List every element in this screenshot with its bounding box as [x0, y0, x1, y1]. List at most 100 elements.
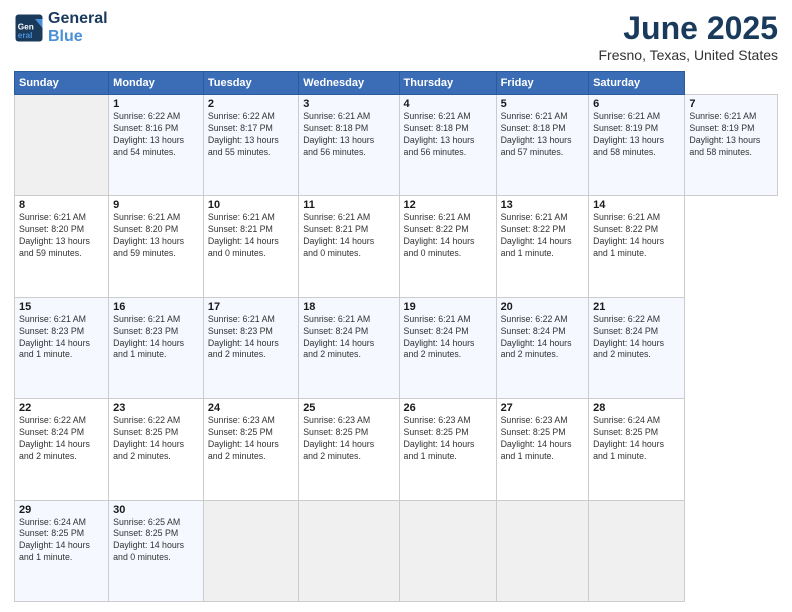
page: Gen eral General Blue June 2025 Fresno, …: [0, 0, 792, 612]
day-number: 14: [593, 199, 680, 211]
day-info: Sunrise: 6:23 AM Sunset: 8:25 PM Dayligh…: [404, 415, 492, 463]
table-row: 29Sunrise: 6:24 AM Sunset: 8:25 PM Dayli…: [15, 500, 109, 601]
day-info: Sunrise: 6:23 AM Sunset: 8:25 PM Dayligh…: [501, 415, 585, 463]
day-info: Sunrise: 6:21 AM Sunset: 8:18 PM Dayligh…: [303, 111, 394, 159]
table-row: 5Sunrise: 6:21 AM Sunset: 8:18 PM Daylig…: [496, 95, 589, 196]
table-row: 6Sunrise: 6:21 AM Sunset: 8:19 PM Daylig…: [589, 95, 685, 196]
table-row: 20Sunrise: 6:22 AM Sunset: 8:24 PM Dayli…: [496, 297, 589, 398]
day-info: Sunrise: 6:24 AM Sunset: 8:25 PM Dayligh…: [593, 415, 680, 463]
svg-text:eral: eral: [18, 30, 33, 39]
day-info: Sunrise: 6:21 AM Sunset: 8:19 PM Dayligh…: [689, 111, 773, 159]
table-row: 22Sunrise: 6:22 AM Sunset: 8:24 PM Dayli…: [15, 399, 109, 500]
table-row: 1Sunrise: 6:22 AM Sunset: 8:16 PM Daylig…: [109, 95, 204, 196]
day-info: Sunrise: 6:21 AM Sunset: 8:21 PM Dayligh…: [208, 212, 294, 260]
day-info: Sunrise: 6:24 AM Sunset: 8:25 PM Dayligh…: [19, 517, 104, 565]
day-number: 8: [19, 199, 104, 211]
table-row: 11Sunrise: 6:21 AM Sunset: 8:21 PM Dayli…: [299, 196, 399, 297]
day-info: Sunrise: 6:22 AM Sunset: 8:24 PM Dayligh…: [593, 314, 680, 362]
day-number: 16: [113, 301, 199, 313]
day-number: 20: [501, 301, 585, 313]
day-number: 11: [303, 199, 394, 211]
logo-icon: Gen eral: [14, 13, 44, 43]
table-row: [496, 500, 589, 601]
table-row: [299, 500, 399, 601]
day-info: Sunrise: 6:21 AM Sunset: 8:19 PM Dayligh…: [593, 111, 680, 159]
day-info: Sunrise: 6:21 AM Sunset: 8:18 PM Dayligh…: [404, 111, 492, 159]
day-info: Sunrise: 6:21 AM Sunset: 8:21 PM Dayligh…: [303, 212, 394, 260]
day-number: 15: [19, 301, 104, 313]
day-number: 29: [19, 504, 104, 516]
day-info: Sunrise: 6:22 AM Sunset: 8:17 PM Dayligh…: [208, 111, 294, 159]
day-info: Sunrise: 6:22 AM Sunset: 8:24 PM Dayligh…: [501, 314, 585, 362]
day-number: 25: [303, 402, 394, 414]
day-number: 4: [404, 98, 492, 110]
day-info: Sunrise: 6:21 AM Sunset: 8:20 PM Dayligh…: [19, 212, 104, 260]
table-row: 14Sunrise: 6:21 AM Sunset: 8:22 PM Dayli…: [589, 196, 685, 297]
month-title: June 2025: [599, 10, 779, 47]
table-row: 15Sunrise: 6:21 AM Sunset: 8:23 PM Dayli…: [15, 297, 109, 398]
day-number: 1: [113, 98, 199, 110]
table-row: 23Sunrise: 6:22 AM Sunset: 8:25 PM Dayli…: [109, 399, 204, 500]
day-info: Sunrise: 6:25 AM Sunset: 8:25 PM Dayligh…: [113, 517, 199, 565]
day-info: Sunrise: 6:21 AM Sunset: 8:22 PM Dayligh…: [593, 212, 680, 260]
day-header-wednesday: Wednesday: [299, 72, 399, 95]
table-row: 3Sunrise: 6:21 AM Sunset: 8:18 PM Daylig…: [299, 95, 399, 196]
table-row: 8Sunrise: 6:21 AM Sunset: 8:20 PM Daylig…: [15, 196, 109, 297]
day-number: 10: [208, 199, 294, 211]
table-row: 16Sunrise: 6:21 AM Sunset: 8:23 PM Dayli…: [109, 297, 204, 398]
day-number: 26: [404, 402, 492, 414]
day-number: 9: [113, 199, 199, 211]
table-row: 4Sunrise: 6:21 AM Sunset: 8:18 PM Daylig…: [399, 95, 496, 196]
day-info: Sunrise: 6:21 AM Sunset: 8:18 PM Dayligh…: [501, 111, 585, 159]
day-number: 7: [689, 98, 773, 110]
calendar: SundayMondayTuesdayWednesdayThursdayFrid…: [14, 71, 778, 602]
day-info: Sunrise: 6:21 AM Sunset: 8:22 PM Dayligh…: [404, 212, 492, 260]
table-row: 9Sunrise: 6:21 AM Sunset: 8:20 PM Daylig…: [109, 196, 204, 297]
logo-line2: Blue: [48, 28, 108, 46]
table-row: 30Sunrise: 6:25 AM Sunset: 8:25 PM Dayli…: [109, 500, 204, 601]
day-number: 17: [208, 301, 294, 313]
table-row: 25Sunrise: 6:23 AM Sunset: 8:25 PM Dayli…: [299, 399, 399, 500]
table-row: 2Sunrise: 6:22 AM Sunset: 8:17 PM Daylig…: [203, 95, 298, 196]
header: Gen eral General Blue June 2025 Fresno, …: [14, 10, 778, 63]
table-row: 21Sunrise: 6:22 AM Sunset: 8:24 PM Dayli…: [589, 297, 685, 398]
day-header-monday: Monday: [109, 72, 204, 95]
title-block: June 2025 Fresno, Texas, United States: [599, 10, 779, 63]
day-info: Sunrise: 6:22 AM Sunset: 8:16 PM Dayligh…: [113, 111, 199, 159]
table-row: 28Sunrise: 6:24 AM Sunset: 8:25 PM Dayli…: [589, 399, 685, 500]
table-row: 10Sunrise: 6:21 AM Sunset: 8:21 PM Dayli…: [203, 196, 298, 297]
day-info: Sunrise: 6:21 AM Sunset: 8:23 PM Dayligh…: [208, 314, 294, 362]
table-row: [399, 500, 496, 601]
day-info: Sunrise: 6:21 AM Sunset: 8:24 PM Dayligh…: [303, 314, 394, 362]
day-number: 22: [19, 402, 104, 414]
day-number: 23: [113, 402, 199, 414]
table-row: 12Sunrise: 6:21 AM Sunset: 8:22 PM Dayli…: [399, 196, 496, 297]
day-number: 5: [501, 98, 585, 110]
logo-line1: General: [48, 10, 108, 28]
day-number: 3: [303, 98, 394, 110]
table-row: 17Sunrise: 6:21 AM Sunset: 8:23 PM Dayli…: [203, 297, 298, 398]
day-info: Sunrise: 6:23 AM Sunset: 8:25 PM Dayligh…: [208, 415, 294, 463]
day-number: 12: [404, 199, 492, 211]
day-number: 24: [208, 402, 294, 414]
day-info: Sunrise: 6:21 AM Sunset: 8:22 PM Dayligh…: [501, 212, 585, 260]
logo-text: General Blue: [48, 10, 108, 45]
table-row: 7Sunrise: 6:21 AM Sunset: 8:19 PM Daylig…: [685, 95, 778, 196]
day-info: Sunrise: 6:22 AM Sunset: 8:24 PM Dayligh…: [19, 415, 104, 463]
day-info: Sunrise: 6:22 AM Sunset: 8:25 PM Dayligh…: [113, 415, 199, 463]
day-number: 30: [113, 504, 199, 516]
day-number: 19: [404, 301, 492, 313]
table-row: 19Sunrise: 6:21 AM Sunset: 8:24 PM Dayli…: [399, 297, 496, 398]
day-info: Sunrise: 6:21 AM Sunset: 8:24 PM Dayligh…: [404, 314, 492, 362]
day-header-tuesday: Tuesday: [203, 72, 298, 95]
day-header-friday: Friday: [496, 72, 589, 95]
table-row: [203, 500, 298, 601]
day-header-sunday: Sunday: [15, 72, 109, 95]
day-header-thursday: Thursday: [399, 72, 496, 95]
table-row: 13Sunrise: 6:21 AM Sunset: 8:22 PM Dayli…: [496, 196, 589, 297]
day-number: 2: [208, 98, 294, 110]
day-number: 21: [593, 301, 680, 313]
table-row: 27Sunrise: 6:23 AM Sunset: 8:25 PM Dayli…: [496, 399, 589, 500]
table-row: [589, 500, 685, 601]
table-row: 26Sunrise: 6:23 AM Sunset: 8:25 PM Dayli…: [399, 399, 496, 500]
